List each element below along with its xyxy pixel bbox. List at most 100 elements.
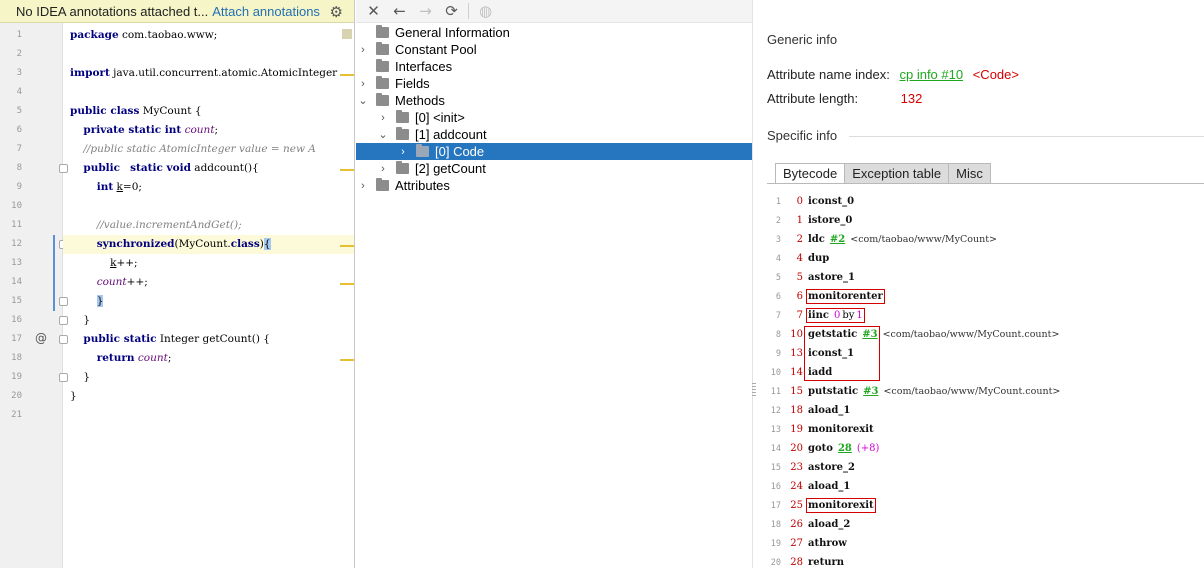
code-token: count [96,276,127,288]
code-token: addcount(){ [190,162,259,174]
line-number: 8 [16,163,22,173]
constant-pool-link[interactable]: #2 [830,234,845,245]
bytecode-instruction: monitorexit [808,424,874,435]
splitter-handle[interactable] [752,383,756,397]
code-line: import java.util.concurrent.atomic.Atomi… [63,64,354,83]
tree-node[interactable]: General Information [356,24,752,41]
code-token: count [137,352,168,364]
code-token: public class [70,105,140,117]
code-token: } [70,390,77,402]
tree-node[interactable]: › [2] getCount [356,160,752,177]
code-token: public [83,162,121,174]
tree-node[interactable]: › Constant Pool [356,41,752,58]
constant-pool-link[interactable]: #3 [863,386,878,397]
chevron-right-icon[interactable]: › [376,163,390,175]
bytecode-instruction: aload_1 [808,481,851,492]
bytecode-line-number: 9 [775,349,781,359]
code-line: //public static AtomicInteger value = ne… [63,140,354,159]
bytecode-line: 13 19 monitorexit [767,420,874,439]
code-token: } [70,371,91,383]
bytecode-line: 16 24 aload_1 [767,477,851,496]
constant-pool-link[interactable]: 28 [838,443,852,454]
warning-stripe[interactable] [340,245,354,247]
gear-icon[interactable]: ⚙ [330,3,343,21]
bytecode-offset: 23 [790,462,803,473]
attach-annotations-link[interactable]: Attach annotations [212,4,320,19]
code-token: synchronized [96,238,175,250]
line-number: 1 [16,30,22,40]
tab-misc[interactable]: Misc [948,163,991,184]
line-number: 7 [16,144,22,154]
tree-node[interactable]: › [0] <init> [356,109,752,126]
warning-stripe[interactable] [340,283,354,285]
code-token: //value.incrementAndGet(); [96,219,242,231]
line-number: 16 [11,315,22,325]
chevron-right-icon[interactable]: › [356,78,370,90]
code-token: int [96,181,114,193]
code-token: package [70,29,119,41]
override-marker-icon[interactable]: @ [35,331,47,345]
bytecode-instruction: dup [808,253,830,264]
code-line: } [63,387,354,406]
line-number: 5 [16,106,22,116]
chevron-right-icon[interactable]: › [356,180,370,192]
cp-info-link[interactable]: cp info #10 [899,67,963,82]
warning-stripe[interactable] [340,169,354,171]
tree-node-label: Methods [395,93,445,108]
code-token: } [96,295,104,307]
tree-node[interactable]: Interfaces [356,58,752,75]
code-token: { [263,238,271,250]
tab-bytecode[interactable]: Bytecode [775,163,846,184]
bytecode-instruction: monitorenter [806,289,885,304]
bytecode-line: 2 1 istore_0 [767,211,852,230]
tree-node[interactable]: › Fields [356,75,752,92]
attribute-length-value: 132 [900,91,923,106]
code-line: int k=0; [63,178,354,197]
refresh-icon[interactable]: ⟳ [440,1,463,21]
forward-icon[interactable]: → [414,1,437,21]
attribute-length-row: Attribute length: 132 [767,91,922,106]
bytecode-offset: 15 [790,386,803,397]
warning-stripe[interactable] [340,74,354,76]
folder-icon [396,110,409,123]
bytecode-line-number: 20 [770,558,781,568]
chevron-right-icon[interactable]: › [356,44,370,56]
tree-node[interactable]: ⌄ Methods [356,92,752,109]
warning-stripe[interactable] [340,359,354,361]
chevron-down-icon[interactable]: ⌄ [356,94,370,107]
bytecode-instruction: monitorexit [806,498,876,513]
web-icon[interactable]: ◍ [474,1,497,21]
line-number: 3 [16,68,22,78]
code-token: Integer getCount() { [156,333,270,345]
back-icon[interactable]: ← [388,1,411,21]
chevron-right-icon[interactable]: › [396,146,410,158]
tree-node[interactable]: ⌄ [1] addcount [356,126,752,143]
bytecode-line-number: 2 [775,216,781,226]
tree-node[interactable]: › Attributes [356,177,752,194]
inspection-indicator[interactable] [342,29,352,39]
bytecode-line: 1 0 iconst_0 [767,192,854,211]
tab-exception-table[interactable]: Exception table [844,163,950,184]
code-area[interactable]: package com.taobao.www; import java.util.… [63,23,354,568]
bytecode-line-number: 16 [770,482,781,492]
bytecode-comment: <com/taobao/www/MyCount.count> [882,329,1060,340]
bytecode-offset: 2 [796,234,803,245]
close-icon[interactable]: ✕ [362,1,385,21]
bytecode-line-number: 14 [770,444,781,454]
tree-node[interactable]: › [0] Code [356,143,752,160]
line-number: 2 [16,49,22,59]
bytecode-listing[interactable]: 1 0 iconst_0 2 1 istore_0 3 2 ldc #2 <com/taobao/w… [767,192,1204,568]
tree-node-label: [0] <init> [415,110,465,125]
bytecode-instruction: aload_1 [808,405,851,416]
bytecode-line-number: 13 [770,425,781,435]
chevron-right-icon[interactable]: › [376,112,390,124]
iinc-const: 1 [856,310,863,321]
chevron-down-icon[interactable]: ⌄ [376,128,390,141]
bytecode-line: 11 15 putstatic #3 <com/taobao/www/MyCount.c… [767,382,1061,401]
code-line: return count; [63,349,354,368]
editor-gutter: 1 2 3 4 5 6 7 8 9 10 11 12 13 14 15 16 17 18 19 20 21 @ [0,23,68,568]
code-token: public static [83,333,157,345]
bytecode-offset: 25 [790,500,803,511]
